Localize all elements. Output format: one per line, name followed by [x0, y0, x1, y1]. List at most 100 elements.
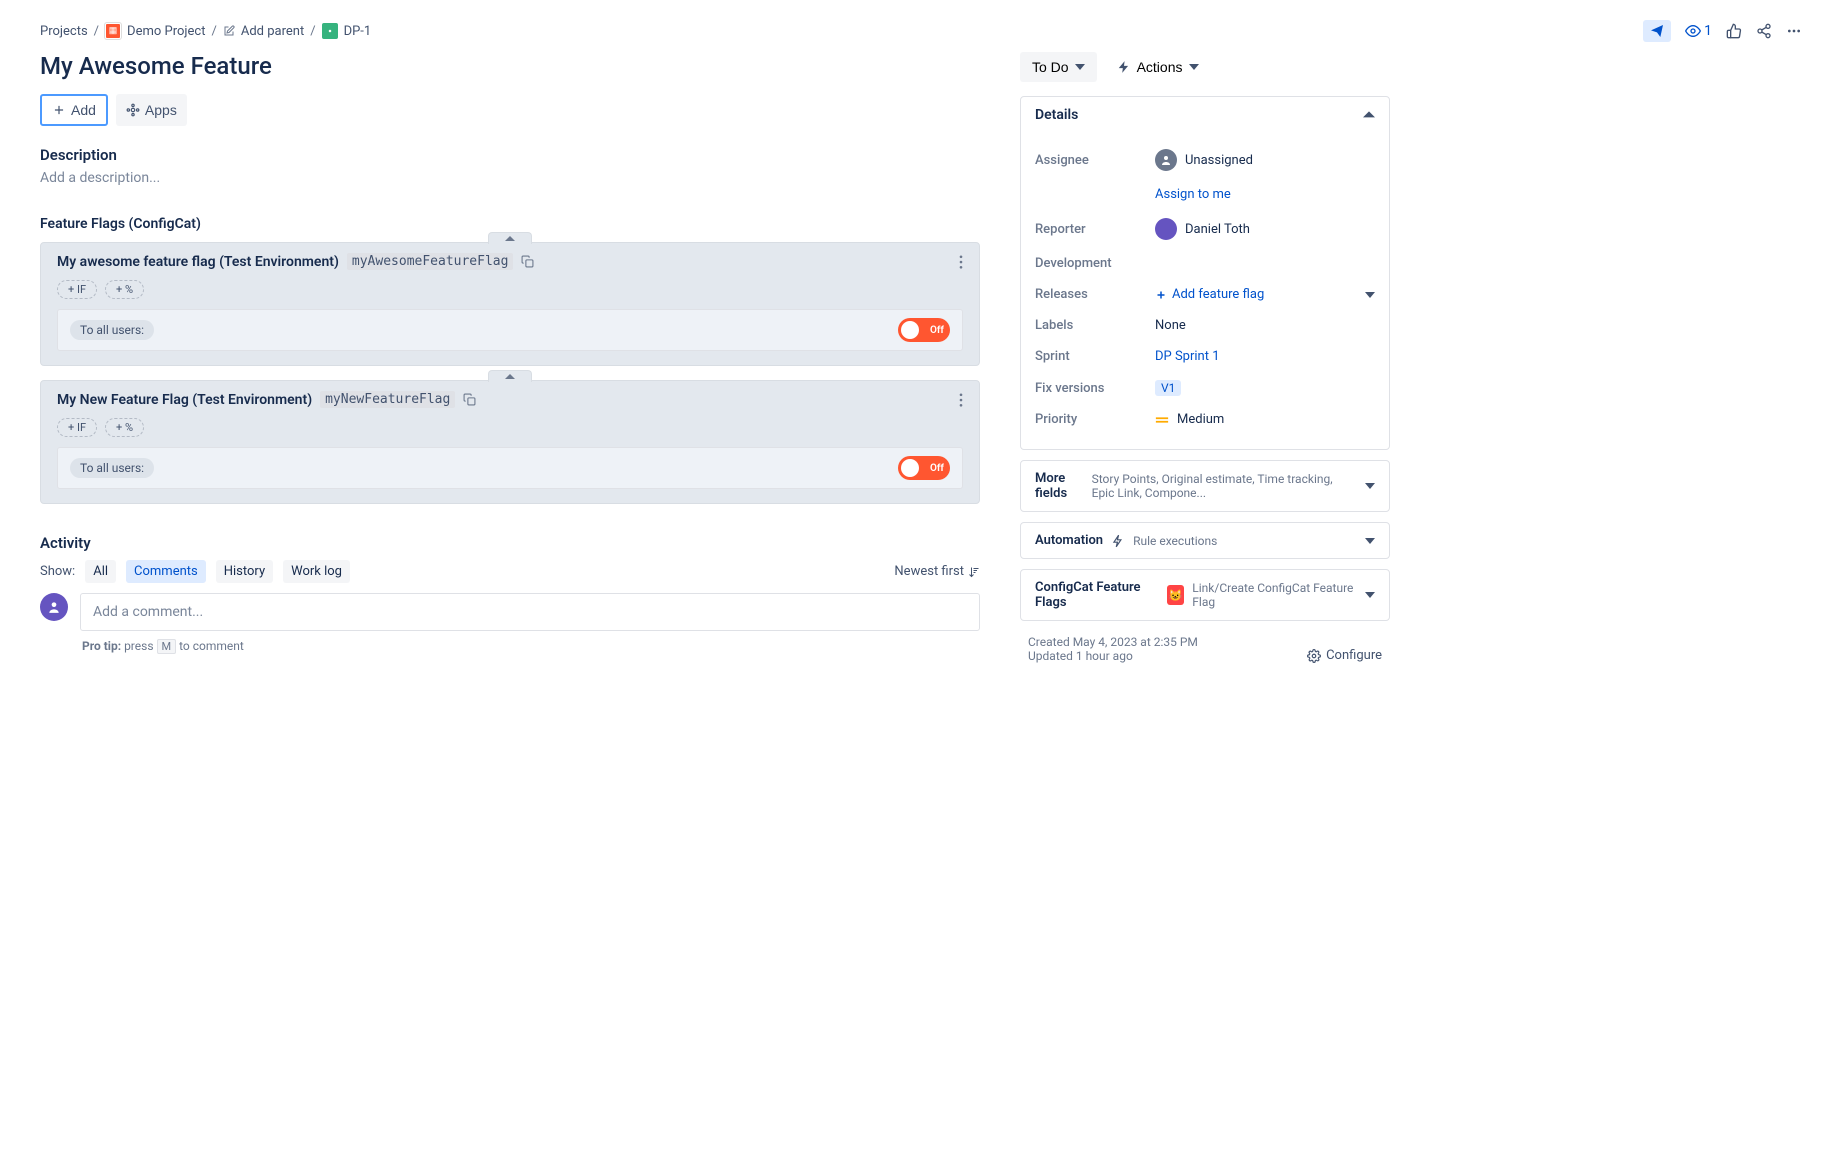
fix-versions-value[interactable]: V1	[1155, 380, 1375, 396]
labels-label: Labels	[1035, 318, 1155, 333]
comment-input[interactable]: Add a comment...	[80, 593, 980, 631]
add-button[interactable]: Add	[40, 94, 108, 126]
actions-label: Actions	[1137, 59, 1183, 75]
priority-text: Medium	[1177, 412, 1224, 427]
project-icon: ▦	[105, 23, 121, 39]
breadcrumb-sep: /	[94, 24, 99, 39]
add-feature-flag-text: Add feature flag	[1172, 287, 1264, 302]
reporter-text: Daniel Toth	[1185, 222, 1250, 237]
apps-button-label: Apps	[145, 102, 177, 118]
apps-icon	[126, 103, 140, 117]
tab-comments[interactable]: Comments	[126, 560, 206, 583]
breadcrumb-issue-key[interactable]: DP-1	[344, 24, 372, 39]
development-label: Development	[1035, 256, 1155, 271]
chevron-down-icon	[1365, 481, 1375, 491]
add-if-rule-button[interactable]: + IF	[57, 280, 97, 299]
copy-icon[interactable]	[463, 393, 476, 406]
to-users-pill: To all users:	[70, 320, 154, 340]
chevron-down-icon	[1365, 590, 1375, 600]
collapse-tab[interactable]	[488, 370, 532, 382]
pencil-icon	[223, 25, 235, 37]
activity-heading: Activity	[40, 534, 980, 552]
actions-dropdown[interactable]: Actions	[1107, 52, 1209, 82]
reporter-label: Reporter	[1035, 222, 1155, 237]
flag-toggle[interactable]: Off	[898, 456, 950, 480]
configure-link[interactable]: Configure	[1307, 648, 1382, 663]
tab-all[interactable]: All	[85, 560, 116, 583]
chevron-up-icon	[1363, 109, 1375, 121]
share-button[interactable]	[1756, 23, 1772, 39]
feature-flags-heading: Feature Flags (ConfigCat)	[40, 216, 980, 232]
to-users-pill: To all users:	[70, 458, 154, 478]
priority-medium-icon	[1155, 413, 1169, 427]
chevron-up-icon	[505, 374, 515, 380]
apps-button[interactable]: Apps	[116, 94, 187, 126]
more-actions-icon[interactable]	[1786, 23, 1802, 39]
feature-flag-card: My awesome feature flag (Test Environmen…	[40, 242, 980, 366]
automation-hint: Rule executions	[1133, 534, 1217, 548]
fix-version-chip: V1	[1155, 380, 1181, 396]
flag-name: My New Feature Flag (Test Environment)	[57, 392, 312, 408]
unassigned-avatar-icon	[1155, 149, 1177, 171]
labels-value[interactable]: None	[1155, 318, 1375, 333]
automation-panel[interactable]: Automation Rule executions	[1020, 522, 1390, 559]
copy-icon[interactable]	[521, 255, 534, 268]
feedback-icon[interactable]	[1643, 20, 1671, 42]
assign-to-me-link[interactable]: Assign to me	[1155, 187, 1375, 202]
issue-title[interactable]: My Awesome Feature	[40, 52, 980, 80]
sort-icon	[968, 566, 980, 578]
add-if-rule-button[interactable]: + IF	[57, 418, 97, 437]
sprint-value[interactable]: DP Sprint 1	[1155, 349, 1375, 364]
flag-name: My awesome feature flag (Test Environmen…	[57, 254, 339, 270]
details-header[interactable]: Details	[1021, 97, 1389, 133]
add-pct-rule-button[interactable]: + %	[105, 418, 144, 437]
flag-more-icon[interactable]	[959, 393, 963, 407]
chevron-down-icon[interactable]	[1365, 290, 1375, 300]
like-button[interactable]	[1726, 23, 1742, 39]
configcat-hint: Link/Create ConfigCat Feature Flag	[1192, 581, 1357, 609]
priority-value[interactable]: Medium	[1155, 412, 1375, 427]
sort-toggle[interactable]: Newest first	[894, 564, 980, 579]
configcat-icon: 😺	[1167, 585, 1185, 605]
reporter-avatar	[1155, 218, 1177, 240]
pro-tip-rest: to comment	[179, 639, 244, 653]
chevron-down-icon	[1365, 536, 1375, 546]
flag-more-icon[interactable]	[959, 255, 963, 269]
chevron-up-icon	[505, 236, 515, 242]
more-fields-title: More fields	[1035, 471, 1084, 501]
pro-tip-press: press	[124, 639, 153, 653]
details-panel: Details Assignee Unassigned Assign to me…	[1020, 96, 1390, 450]
configcat-panel[interactable]: ConfigCat Feature Flags 😺 Link/Create Co…	[1020, 569, 1390, 621]
watcher-button[interactable]: 1	[1685, 23, 1712, 39]
more-fields-panel[interactable]: More fields Story Points, Original estim…	[1020, 460, 1390, 512]
tab-history[interactable]: History	[216, 560, 273, 583]
breadcrumb-add-parent[interactable]: Add parent	[241, 24, 304, 39]
show-label: Show:	[40, 564, 75, 579]
breadcrumb-sep: /	[211, 24, 216, 39]
reporter-value[interactable]: Daniel Toth	[1155, 218, 1375, 240]
breadcrumb-project[interactable]: Demo Project	[127, 24, 205, 39]
add-pct-rule-button[interactable]: + %	[105, 280, 144, 299]
assignee-value[interactable]: Unassigned	[1155, 149, 1375, 171]
description-input[interactable]: Add a description...	[40, 170, 980, 186]
status-dropdown[interactable]: To Do	[1020, 52, 1097, 82]
toggle-label: Off	[930, 325, 944, 336]
sprint-label: Sprint	[1035, 349, 1155, 364]
watcher-count: 1	[1704, 23, 1712, 39]
assignee-label: Assignee	[1035, 153, 1155, 168]
add-feature-flag-link[interactable]: Add feature flag	[1155, 287, 1264, 302]
breadcrumb-projects[interactable]: Projects	[40, 24, 88, 39]
tab-worklog[interactable]: Work log	[283, 560, 350, 583]
details-title: Details	[1035, 107, 1078, 123]
flag-key: myNewFeatureFlag	[320, 391, 455, 408]
breadcrumb: Projects / ▦ Demo Project / Add parent /…	[40, 23, 371, 39]
updated-timestamp: Updated 1 hour ago	[1028, 649, 1198, 663]
pro-tip-label: Pro tip:	[82, 639, 121, 653]
feature-flag-card: My New Feature Flag (Test Environment) m…	[40, 380, 980, 504]
collapse-tab[interactable]	[488, 232, 532, 244]
flag-toggle[interactable]: Off	[898, 318, 950, 342]
toggle-label: Off	[930, 463, 944, 474]
activity-tabs: Show: All Comments History Work log	[40, 560, 350, 583]
assignee-text: Unassigned	[1185, 153, 1253, 168]
plus-icon	[1155, 289, 1167, 301]
